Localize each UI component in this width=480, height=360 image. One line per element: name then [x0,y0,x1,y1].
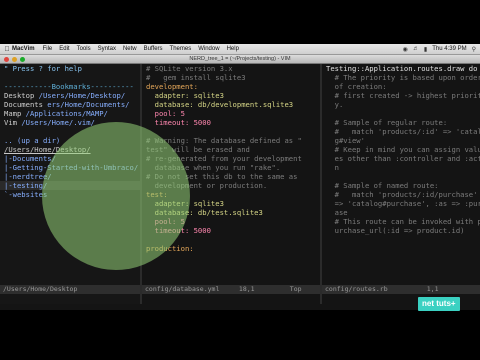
close-window-icon[interactable] [4,57,9,62]
bookmark-name: Mamp [4,109,22,118]
code-line: of creation: [326,82,387,91]
menu-extras: ◉ ♬ ▮ Thu 4:39 PM ⚲ [403,46,476,53]
database-yml-pane[interactable]: # SQLite version 3.x # gem install sqlit… [142,64,320,304]
menu-file[interactable]: File [43,46,53,52]
menu-tools[interactable]: Tools [77,46,91,52]
volume-icon[interactable]: ♬ [413,46,419,52]
tree-dir-websites[interactable]: `-websites [0,190,140,199]
screen-top-letterbox [0,0,480,50]
code-line: # re-generated from your development [146,154,302,163]
code-line: # first created -> highest priorit [326,91,480,100]
tree-dir-documents[interactable]: |-Documents/ [0,154,140,163]
bookmarks-header: -----------Bookmarks---------- [4,82,134,91]
screen-bottom-letterbox [0,310,480,360]
bookmark-name: Desktop [4,91,35,100]
code-line: database: db/test.sqlite3 [146,208,263,217]
spotlight-search-icon[interactable]: ⚲ [472,46,476,53]
routes-rb-pane[interactable]: Testing::Application.routes.draw do # Th… [322,64,480,304]
code-line: y. [326,100,344,109]
bookmark-path: /Users/Home/.vim/ [21,118,95,127]
battery-icon[interactable]: ▮ [424,46,427,53]
bookmark-name: Vim [4,118,17,127]
code-line: timeout: 5000 [146,118,211,127]
code-line: # The priority is based upon order [326,73,480,82]
routes-statusline: config/routes.rb 1,1 [322,285,480,294]
current-dir[interactable]: /Users/Home/Desktop/ [0,145,140,154]
code-line: => 'catalog#purchase', :as => :purch [326,199,480,208]
nerdtree-help: " Press ? for help [4,64,82,73]
tree-dir-testing[interactable]: |-testing/ [0,181,140,190]
window-titlebar: NERD_tree_1 = (~/Projects/testing) - VIM [0,55,480,64]
code-line: test: [146,190,168,199]
nerdtree-statusline: /Users/Home/Desktop [0,285,140,294]
menu-window[interactable]: Window [198,46,219,52]
code-line: # match 'products/:id/purchase' [326,190,480,199]
menu-netw[interactable]: Netw [123,46,137,52]
window-title: NERD_tree_1 = (~/Projects/testing) - VIM [189,56,291,62]
bookmark-path: /Users/Home/Desktop/ [38,91,126,100]
code-line: es other than :controller and :actio [326,154,480,163]
code-line: # This route can be invoked with p [326,217,480,226]
code-line: # gem install sqlite3 [146,73,246,82]
bookmark-desktop[interactable]: Desktop /Users/Home/Desktop/ [0,91,140,100]
code-line: database when you run "rake". [146,163,281,172]
bookmark-mamp[interactable]: Mamp /Applications/MAMP/ [0,109,140,118]
code-line: # SQLite version 3.x [146,64,233,73]
watermark-logo: net tuts+ [418,297,460,311]
code-line: production: [146,244,194,253]
code-line: pool: 5 [146,109,185,118]
code-line: # Keep in mind you can assign valu [326,145,480,154]
apple-menu-icon[interactable]:  [2,46,12,53]
up-dir[interactable]: .. (up a dir) [0,136,140,145]
code-line: test" will be erased and [146,145,250,154]
code-line: timeout: 5000 [146,226,211,235]
menu-help[interactable]: Help [227,46,239,52]
code-line: urchase_url(:id => product.id) [326,226,465,235]
code-line: database: db/development.sqlite3 [146,100,294,109]
code-line: development: [146,82,198,91]
tree-dir-nerdtree[interactable]: |-nerdtree/ [0,172,140,181]
bookmark-path: ers/Home/Documents/ [47,100,130,109]
bookmark-vim[interactable]: Vim /Users/Home/.vim/ [0,118,140,127]
code-line: n [326,163,339,172]
code-line: # Sample of named route: [326,181,439,190]
code-line: Testing::Application.routes.draw do [326,64,478,73]
menu-clock[interactable]: Thu 4:39 PM [432,46,466,52]
code-line: # match 'products/:id' => 'catalo [326,127,480,136]
zoom-window-icon[interactable] [20,57,25,62]
code-line: # Do not set this db to the same as [146,172,298,181]
bookmark-path: /Applications/MAMP/ [25,109,108,118]
code-line: adapter: sqlite3 [146,199,224,208]
bookmark-name: Documents [4,100,43,109]
code-line: adapter: sqlite3 [146,91,224,100]
code-line: development or production. [146,181,268,190]
minimize-window-icon[interactable] [12,57,17,62]
window-controls [4,57,25,62]
code-line: # Sample of regular route: [326,118,448,127]
bookmark-documents[interactable]: Documents ers/Home/Documents/ [0,100,140,109]
code-line: ase [326,208,348,217]
database-statusline: config/database.yml 18,1 Top [142,285,320,294]
menu-bar:  MacVim File Edit Tools Syntax Netw Buf… [0,44,480,55]
nerdtree-pane[interactable]: " Press ? for help -----------Bookmarks-… [0,64,140,304]
vim-editor: " Press ? for help -----------Bookmarks-… [0,64,480,316]
wifi-icon[interactable]: ◉ [403,46,408,53]
menu-edit[interactable]: Edit [59,46,69,52]
menu-buffers[interactable]: Buffers [144,46,163,52]
menu-syntax[interactable]: Syntax [98,46,116,52]
menu-themes[interactable]: Themes [170,46,192,52]
menu-app-name[interactable]: MacVim [12,46,35,52]
tree-dir-umbraco[interactable]: |-Getting-Started-with-Umbraco/ [0,163,140,172]
code-line: # Warning: The database defined as " [146,136,302,145]
code-line: pool: 5 [146,217,185,226]
code-line: g#view' [326,136,365,145]
